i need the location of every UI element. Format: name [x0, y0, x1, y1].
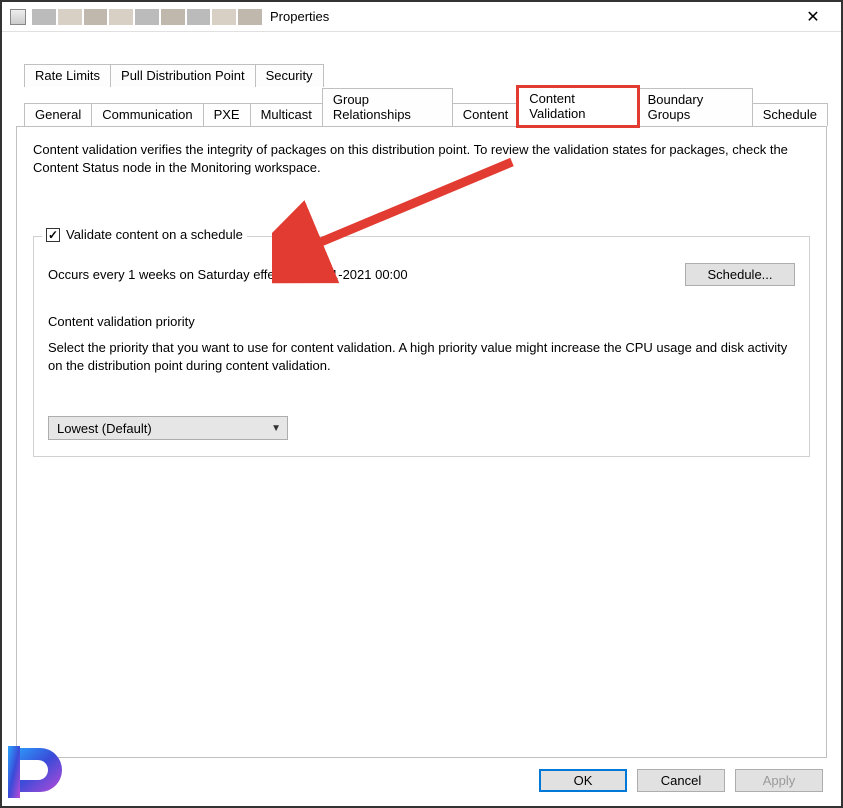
tab-pxe[interactable]: PXE [203, 103, 251, 126]
schedule-button[interactable]: Schedule... [685, 263, 795, 286]
tab-pull-distribution-point[interactable]: Pull Distribution Point [110, 64, 256, 87]
schedule-summary-text: Occurs every 1 weeks on Saturday effecti… [48, 267, 665, 282]
dialog-client-area: Rate Limits Pull Distribution Point Secu… [2, 32, 841, 806]
tab-rate-limits[interactable]: Rate Limits [24, 64, 111, 87]
tab-general[interactable]: General [24, 103, 92, 126]
tab-schedule[interactable]: Schedule [752, 103, 828, 126]
validate-schedule-label: Validate content on a schedule [66, 227, 243, 242]
priority-dropdown[interactable]: Lowest (Default) ▼ [48, 416, 288, 440]
priority-description: Select the priority that you want to use… [48, 339, 788, 374]
close-icon: ✕ [806, 7, 819, 27]
priority-dropdown-value: Lowest (Default) [57, 421, 152, 436]
tab-multicast[interactable]: Multicast [250, 103, 323, 126]
dialog-buttons: OK Cancel Apply [539, 769, 823, 792]
redacted-host-name [32, 9, 262, 25]
window-title: Properties [270, 9, 329, 24]
tab-communication[interactable]: Communication [91, 103, 203, 126]
tab-boundary-groups[interactable]: Boundary Groups [637, 88, 753, 126]
validate-schedule-group: Validate content on a schedule Occurs ev… [33, 236, 810, 457]
tab-group-relationships[interactable]: Group Relationships [322, 88, 453, 126]
chevron-down-icon: ▼ [271, 423, 281, 434]
titlebar: Properties ✕ [2, 2, 841, 32]
ok-button[interactable]: OK [539, 769, 627, 792]
validate-schedule-checkbox[interactable] [46, 228, 60, 242]
window-icon [10, 9, 26, 25]
intro-text: Content validation verifies the integrit… [33, 141, 803, 176]
cancel-button[interactable]: Cancel [637, 769, 725, 792]
tab-security[interactable]: Security [255, 64, 324, 87]
tab-content-validation[interactable]: Content Validation [518, 87, 637, 126]
priority-heading: Content validation priority [48, 314, 795, 329]
tab-strip: Rate Limits Pull Distribution Point Secu… [16, 64, 827, 126]
apply-button[interactable]: Apply [735, 769, 823, 792]
close-button[interactable]: ✕ [793, 3, 833, 31]
tab-panel-content-validation: Content validation verifies the integrit… [16, 126, 827, 758]
tab-content[interactable]: Content [452, 103, 520, 126]
